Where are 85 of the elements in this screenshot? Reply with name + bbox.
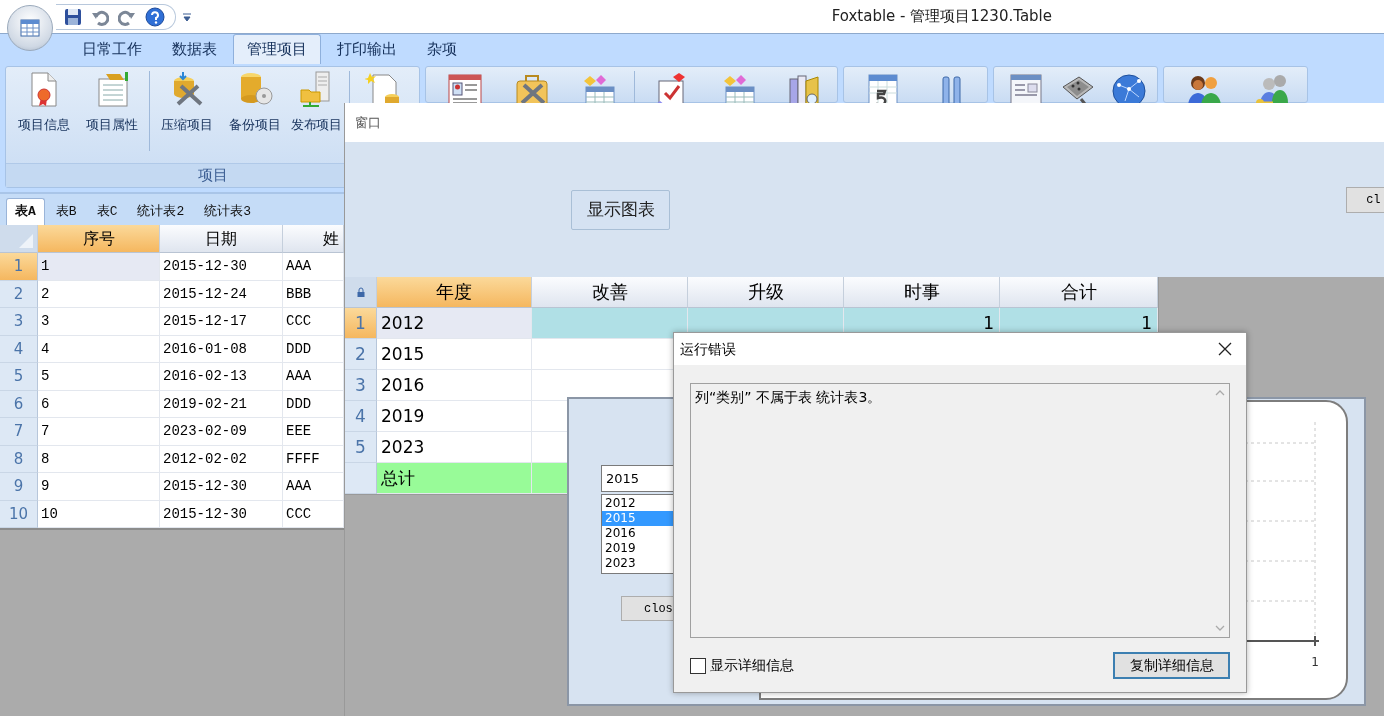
table-cell: 2 — [38, 280, 160, 308]
ribbon-tab[interactable]: 数据表 — [158, 33, 231, 64]
row-number[interactable]: 2 — [345, 339, 377, 370]
close-button[interactable]: cl — [1346, 187, 1384, 213]
table-cell: 2012-02-02 — [160, 445, 283, 473]
table-cell: 2023-02-09 — [160, 418, 283, 446]
row-number[interactable]: 5 — [345, 432, 377, 463]
table-cell: 2019-02-21 — [160, 390, 283, 418]
error-message: 列“类别” 不属于表 统计表3。 — [694, 388, 883, 407]
column-header[interactable]: 姓 — [283, 225, 344, 253]
sheet-tab[interactable]: 统计表3 — [195, 197, 261, 225]
table-cell: 3 — [38, 308, 160, 336]
checkbox[interactable] — [690, 657, 706, 674]
row-number[interactable]: 5 — [0, 363, 38, 391]
table-cell: 7 — [38, 418, 160, 446]
table-cell: 2016 — [377, 370, 532, 401]
row-number[interactable]: 7 — [0, 418, 38, 446]
close-button[interactable] — [1216, 340, 1234, 358]
column-header[interactable]: 日期 — [160, 225, 283, 253]
table-cell: 10 — [38, 500, 160, 528]
table-cell: 2015-12-30 — [160, 473, 283, 501]
checkbox-label: 显示详细信息 — [710, 656, 794, 675]
close-icon — [1218, 342, 1232, 356]
table-cell: 2015-12-24 — [160, 280, 283, 308]
ribbon-tab[interactable]: 日常工作 — [68, 33, 156, 64]
row-number[interactable]: 2 — [0, 280, 38, 308]
table-cell: 2015-12-17 — [160, 308, 283, 336]
row-number[interactable]: 4 — [0, 335, 38, 363]
table-cell: 9 — [38, 473, 160, 501]
row-number[interactable]: 8 — [0, 445, 38, 473]
table-icon — [20, 19, 40, 37]
column-header[interactable]: 改善 — [532, 277, 688, 308]
table-cell: 2019 — [377, 401, 532, 432]
calendar-icon — [865, 71, 901, 105]
table-cell: 2015-12-30 — [160, 500, 283, 528]
ribbon-button[interactable]: 压缩项目 — [153, 67, 221, 136]
row-number[interactable]: 9 — [0, 473, 38, 501]
sheet-tab[interactable]: 表A — [6, 197, 45, 225]
table-cell: 2016-01-08 — [160, 335, 283, 363]
ribbon-tab[interactable]: 杂项 — [413, 33, 471, 64]
table-cell: 2015 — [377, 339, 532, 370]
lock-icon — [356, 287, 365, 297]
save-icon[interactable] — [64, 7, 82, 26]
row-header — [345, 463, 377, 494]
copy-details-button[interactable]: 复制详细信息 — [1113, 652, 1230, 679]
dropdown-icon[interactable] — [182, 10, 192, 23]
select-all-icon — [19, 234, 33, 248]
column-header[interactable]: 序号 — [38, 225, 160, 253]
ribbon-tab[interactable]: 管理项目 — [233, 33, 321, 64]
table-cell: 2015-12-30 — [160, 253, 283, 281]
sheet-tab[interactable]: 表B — [46, 197, 86, 225]
table-cell: 2016-02-13 — [160, 363, 283, 391]
ribbon-button[interactable]: 项目属性 — [78, 67, 146, 136]
globe-icon — [1111, 71, 1147, 105]
column-header[interactable]: 合计 — [1000, 277, 1158, 308]
column-header[interactable]: 时事 — [844, 277, 1000, 308]
sheet-tab[interactable]: 统计表2 — [128, 197, 194, 225]
axis-label: 1 — [1311, 655, 1319, 669]
sheet-tab[interactable]: 表C — [87, 197, 127, 225]
row-number[interactable]: 10 — [0, 500, 38, 528]
row-number[interactable]: 3 — [0, 308, 38, 336]
scroll-down-icon[interactable] — [1215, 625, 1225, 631]
ribbon-button[interactable]: 项目信息 — [10, 67, 78, 136]
contact-card-icon — [447, 71, 484, 105]
show-chart-button[interactable]: 显示图表 — [571, 190, 671, 230]
row-number[interactable]: 3 — [345, 370, 377, 401]
ribbon-button[interactable]: 发布项目 — [289, 67, 343, 136]
ribbon-tab[interactable]: 打印输出 — [323, 33, 411, 64]
dialog-title: 运行错误 — [680, 339, 736, 359]
scroll-up-icon[interactable] — [1215, 390, 1225, 396]
table-cell: 4 — [38, 335, 160, 363]
row-number[interactable]: 4 — [345, 401, 377, 432]
table-cell: 1 — [38, 253, 160, 281]
table-cell: 8 — [38, 445, 160, 473]
table-cell: 6 — [38, 390, 160, 418]
window-title: Foxtable - 管理项目1230.Table — [831, 6, 1052, 28]
table-cell: 2012 — [377, 308, 532, 339]
form-icon — [1007, 71, 1043, 105]
help-icon[interactable] — [145, 6, 165, 27]
column-header[interactable]: 年度 — [377, 277, 532, 308]
total-cell: 总计 — [377, 463, 532, 494]
table-cell: 5 — [38, 363, 160, 391]
ribbon-button[interactable]: 备份项目 — [221, 67, 289, 136]
column-header[interactable]: 升级 — [688, 277, 844, 308]
row-number[interactable]: 6 — [0, 390, 38, 418]
